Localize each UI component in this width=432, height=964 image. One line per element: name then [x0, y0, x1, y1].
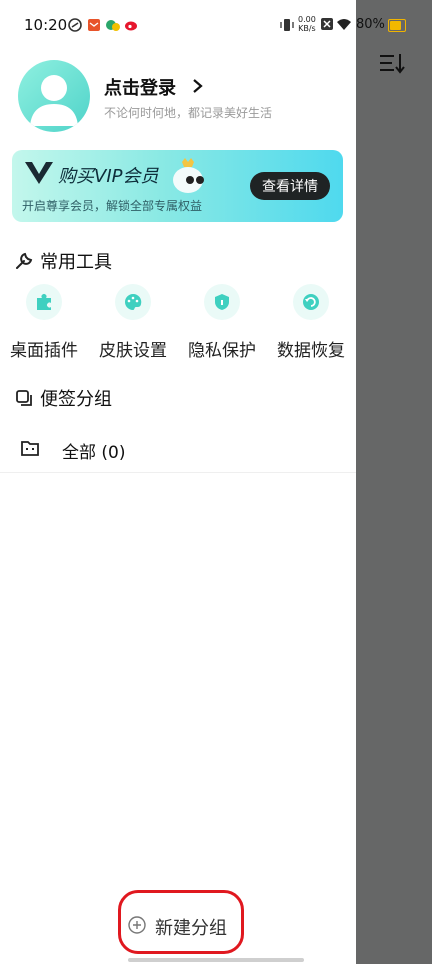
mascot-icon: [173, 158, 204, 193]
tool-desktop-widget[interactable]: 桌面插件: [0, 284, 88, 361]
avatar[interactable]: [18, 60, 90, 132]
battery-percent: 80%: [356, 17, 385, 32]
folder-icon: [21, 441, 39, 456]
no-sim-icon: [321, 18, 333, 30]
groups-section-title: 便签分组: [14, 385, 112, 411]
view-details-button[interactable]: 查看详情: [250, 172, 330, 200]
tool-skin-settings[interactable]: 皮肤设置: [89, 284, 177, 361]
tool-data-recovery[interactable]: 数据恢复: [267, 284, 355, 361]
sort-icon[interactable]: [376, 50, 408, 78]
vip-title: 购买VIP会员: [58, 166, 159, 187]
vip-subtitle: 开启尊享会员，解锁全部专属权益: [22, 199, 203, 213]
dim-overlay[interactable]: [356, 0, 432, 964]
tools-section-title: 常用工具: [14, 248, 112, 274]
app-notification-icon-2: [106, 20, 120, 31]
vip-banner[interactable]: 购买VIP会员 开启尊享会员，解锁全部专属权益 查看详情: [12, 150, 343, 222]
group-item-all[interactable]: 全部 (0): [0, 426, 356, 473]
home-indicator[interactable]: [128, 958, 304, 962]
side-drawer: 10:20 0.00 KB/s 点击登录 不论何时何地，都记录美好生活 购买VIP…: [0, 0, 356, 964]
status-time: 10:20: [24, 16, 68, 34]
network-speed: 0.00 KB/s: [298, 15, 316, 33]
weibo-notification-icon: [125, 21, 137, 31]
chevron-right-icon[interactable]: [192, 78, 204, 94]
wifi-icon: [337, 19, 351, 30]
wrench-icon: [16, 252, 33, 269]
mail-notification-icon: [88, 19, 100, 31]
notes-icon: [16, 390, 32, 406]
vibrate-icon: [280, 19, 294, 31]
app-notification-icon: [68, 18, 82, 32]
shield-icon: [215, 294, 229, 310]
new-group-button[interactable]: 新建分组: [118, 890, 244, 954]
tool-privacy-protection[interactable]: 隐私保护: [178, 284, 266, 361]
restore-icon: [303, 294, 319, 310]
puzzle-icon: [37, 294, 51, 310]
login-link[interactable]: 点击登录: [104, 74, 176, 100]
login-subtitle: 不论何时何地，都记录美好生活: [104, 106, 273, 120]
battery-icon: [388, 19, 406, 32]
vip-logo-icon: [25, 162, 53, 184]
user-avatar-icon: [30, 75, 78, 126]
add-circle-icon: [128, 916, 146, 934]
group-item-label: 全部 (0): [62, 443, 126, 463]
palette-icon: [125, 293, 142, 310]
